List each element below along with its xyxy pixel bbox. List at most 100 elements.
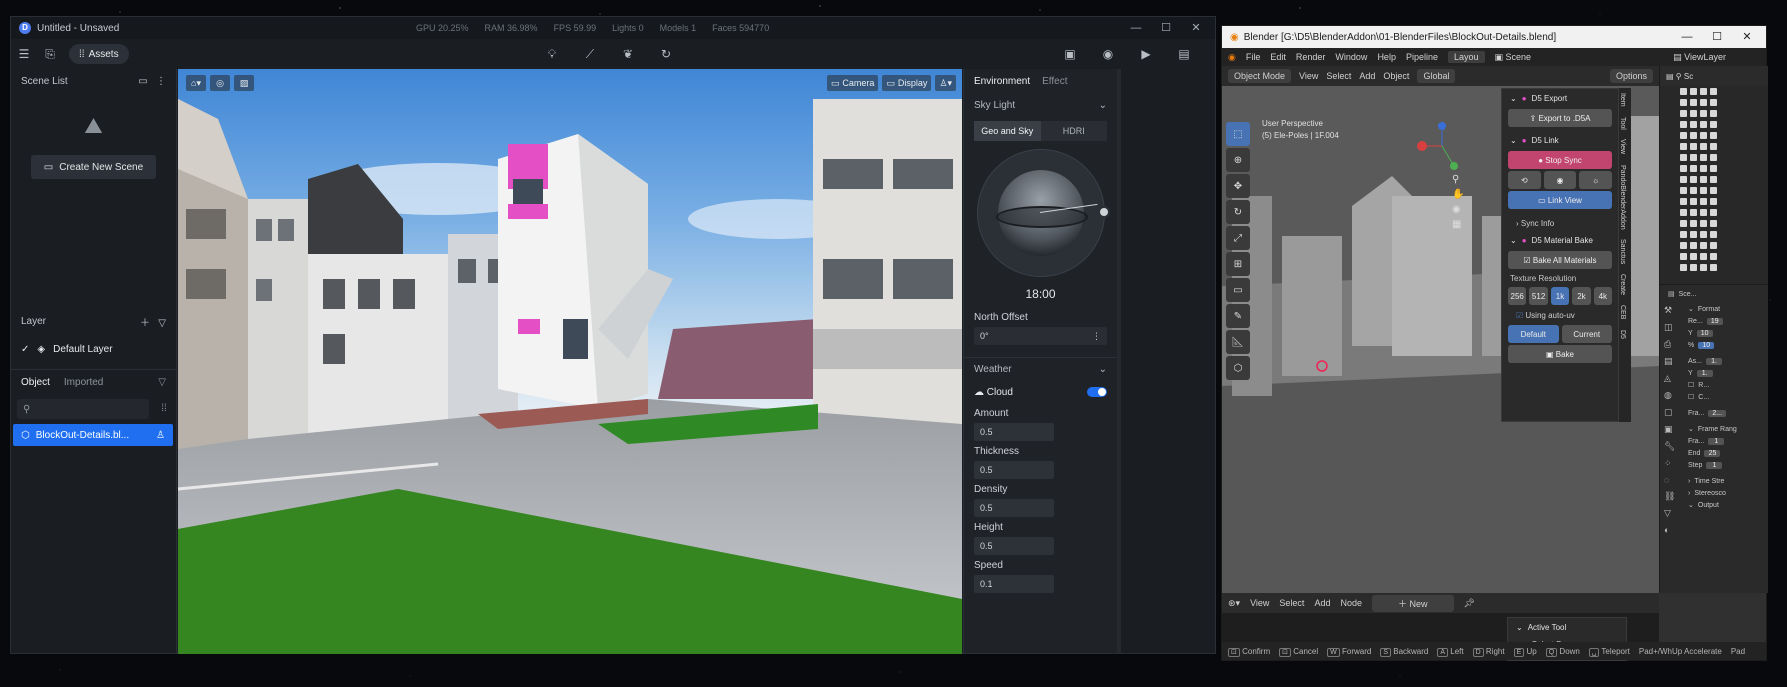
frame-range-header[interactable]: ⌄ Frame Rang xyxy=(1660,423,1768,435)
outliner-row[interactable] xyxy=(1660,240,1768,251)
tab-environment[interactable]: Environment xyxy=(974,76,1030,87)
right-panel-scrollbar[interactable] xyxy=(1117,69,1121,653)
outliner-row[interactable] xyxy=(1660,130,1768,141)
box-icon[interactable]: ▤ xyxy=(1171,42,1197,66)
outliner-type-icon[interactable]: ▤ xyxy=(1666,72,1676,81)
frame-step-field[interactable]: 1 xyxy=(1706,461,1723,469)
node-menu-select[interactable]: Select xyxy=(1279,598,1304,608)
tab-imported[interactable]: Imported xyxy=(64,377,103,388)
close-icon[interactable]: ✕ xyxy=(1732,26,1762,48)
more-icon[interactable]: ⋮ xyxy=(156,76,166,87)
d5-link-header[interactable]: ⌄ ● D5 Link xyxy=(1502,131,1618,149)
render-region-row[interactable]: ☐ R... xyxy=(1660,379,1768,391)
scale-tool-icon[interactable]: ⤢ xyxy=(1226,226,1250,250)
seg-geo-sky[interactable]: Geo and Sky xyxy=(974,121,1041,141)
weather-header[interactable]: Weather ⌄ xyxy=(964,357,1117,381)
res-4k[interactable]: 4k xyxy=(1593,287,1613,305)
view-layer-props-icon[interactable]: ▤ xyxy=(1664,356,1675,367)
minimize-icon[interactable]: — xyxy=(1121,17,1151,39)
link-view-button[interactable]: ▭ Link View xyxy=(1508,191,1612,209)
d5-material-bake-header[interactable]: ⌄ ● D5 Material Bake xyxy=(1502,231,1618,249)
add-scene-icon[interactable]: ▭ xyxy=(138,76,147,87)
amount-slider[interactable]: 0.5 xyxy=(974,423,1054,441)
annotate-tool-icon[interactable]: ✎ xyxy=(1226,304,1250,328)
new-material-button[interactable]: ＋ New xyxy=(1371,594,1454,612)
scene-props-icon[interactable]: ◬ xyxy=(1664,373,1675,384)
import-icon[interactable]: ⎘ xyxy=(37,42,63,66)
menu-object[interactable]: Object xyxy=(1383,71,1409,81)
rotate-tool-icon[interactable]: ↻ xyxy=(1226,200,1250,224)
options-dropdown[interactable]: Options xyxy=(1609,69,1653,83)
node-menu-node[interactable]: Node xyxy=(1340,598,1362,608)
pin-icon[interactable]: 📌︎ xyxy=(1464,598,1475,609)
format-panel-header[interactable]: ⌄ Format xyxy=(1660,303,1768,315)
menu-render[interactable]: Render xyxy=(1296,52,1326,62)
frame-start-field[interactable]: 1 xyxy=(1708,437,1725,445)
outliner-row[interactable] xyxy=(1660,207,1768,218)
path-icon[interactable]: ⟋ xyxy=(577,42,603,66)
resolution-pct-field[interactable]: 10 xyxy=(1698,341,1715,349)
bake-default-button[interactable]: Default xyxy=(1508,325,1559,343)
frame-end-field[interactable]: 25 xyxy=(1704,449,1721,457)
menu-edit[interactable]: Edit xyxy=(1270,52,1286,62)
editor-type-icon[interactable]: ⊛▾ xyxy=(1228,598,1240,609)
tab-effect[interactable]: Effect xyxy=(1042,76,1067,87)
cursor-tool-icon[interactable]: ⊕ xyxy=(1226,148,1250,172)
aspect-y-field[interactable]: 1. xyxy=(1696,369,1713,377)
export-d5a-button[interactable]: ⇪ Export to .D5A xyxy=(1508,109,1612,127)
menu-icon[interactable]: ☰ xyxy=(11,42,37,66)
menu-file[interactable]: File xyxy=(1246,52,1261,62)
grid-view-icon[interactable]: ▦ xyxy=(1452,219,1464,230)
outliner-row[interactable] xyxy=(1660,196,1768,207)
output-header[interactable]: ⌄ Output xyxy=(1660,499,1768,511)
world-props-icon[interactable]: ◍ xyxy=(1664,390,1675,401)
outliner-row[interactable] xyxy=(1660,185,1768,196)
time-stretch-header[interactable]: › Time Stre xyxy=(1660,475,1768,487)
sun-dial[interactable] xyxy=(976,149,1110,277)
select-tool-icon[interactable]: ⬚ xyxy=(1226,122,1250,146)
resolution-x-field[interactable]: 19 xyxy=(1706,317,1723,325)
res-1k[interactable]: 1k xyxy=(1550,287,1570,305)
outliner-row[interactable] xyxy=(1660,152,1768,163)
bake-current-button[interactable]: Current xyxy=(1561,325,1612,343)
menu-select[interactable]: Select xyxy=(1326,71,1351,81)
constraints-props-icon[interactable]: ⛓ xyxy=(1664,491,1675,502)
seg-hdri[interactable]: HDRI xyxy=(1041,121,1108,141)
more-vertical-icon[interactable]: ⋮ xyxy=(1092,331,1101,342)
material-props-icon[interactable]: ◐ xyxy=(1664,525,1675,535)
create-scene-button[interactable]: ▭ Create New Scene xyxy=(31,155,156,179)
minimize-icon[interactable]: — xyxy=(1672,26,1702,48)
menu-pipeline[interactable]: Pipeline xyxy=(1406,52,1438,62)
add-layer-icon[interactable]: ＋ xyxy=(140,318,150,329)
auto-uv-checkbox[interactable]: ☑ Using auto-uv xyxy=(1502,307,1618,323)
sky-light-header[interactable]: Sky Light ⌄ xyxy=(964,93,1117,117)
particles-props-icon[interactable]: ⁘ xyxy=(1664,458,1675,469)
res-256[interactable]: 256 xyxy=(1508,287,1527,305)
node-menu-add[interactable]: Add xyxy=(1314,598,1330,608)
render-icon[interactable]: ▣ xyxy=(1057,42,1083,66)
outliner-row[interactable] xyxy=(1660,251,1768,262)
stereoscopy-header[interactable]: › Stereosco xyxy=(1660,487,1768,499)
maximize-icon[interactable]: ☐ xyxy=(1151,17,1181,39)
display-button[interactable]: ▭ Display xyxy=(882,75,932,91)
crop-row[interactable]: ☐ C... xyxy=(1660,391,1768,403)
render-props-icon[interactable]: ◫ xyxy=(1664,322,1675,333)
refresh-icon[interactable]: ↻ xyxy=(653,42,679,66)
sync-info-header[interactable]: › Sync Info xyxy=(1502,215,1618,231)
outliner-row[interactable] xyxy=(1660,108,1768,119)
scene-name-field[interactable]: Sce... xyxy=(1679,291,1697,298)
collection-props-icon[interactable]: ▢ xyxy=(1664,407,1675,418)
outliner-row[interactable] xyxy=(1660,119,1768,130)
stop-sync-button[interactable]: ● Stop Sync xyxy=(1508,151,1612,169)
outliner-row[interactable] xyxy=(1660,262,1768,273)
bake-button[interactable]: ▣ Bake xyxy=(1508,345,1612,363)
maximize-icon[interactable]: ☐ xyxy=(1702,26,1732,48)
menu-add[interactable]: Add xyxy=(1359,71,1375,81)
bake-all-checkbox[interactable]: ☑ Bake All Materials xyxy=(1508,251,1612,269)
nav-mode-icon[interactable]: ⌂▾ xyxy=(186,75,206,91)
outliner-row[interactable] xyxy=(1660,86,1768,97)
ntab-item[interactable]: Item xyxy=(1619,88,1626,112)
light-bulb-icon[interactable]: 💡︎ xyxy=(539,42,565,66)
viewlayer-selector[interactable]: ▤ ViewLayer xyxy=(1673,52,1726,63)
thickness-slider[interactable]: 0.5 xyxy=(974,461,1054,479)
